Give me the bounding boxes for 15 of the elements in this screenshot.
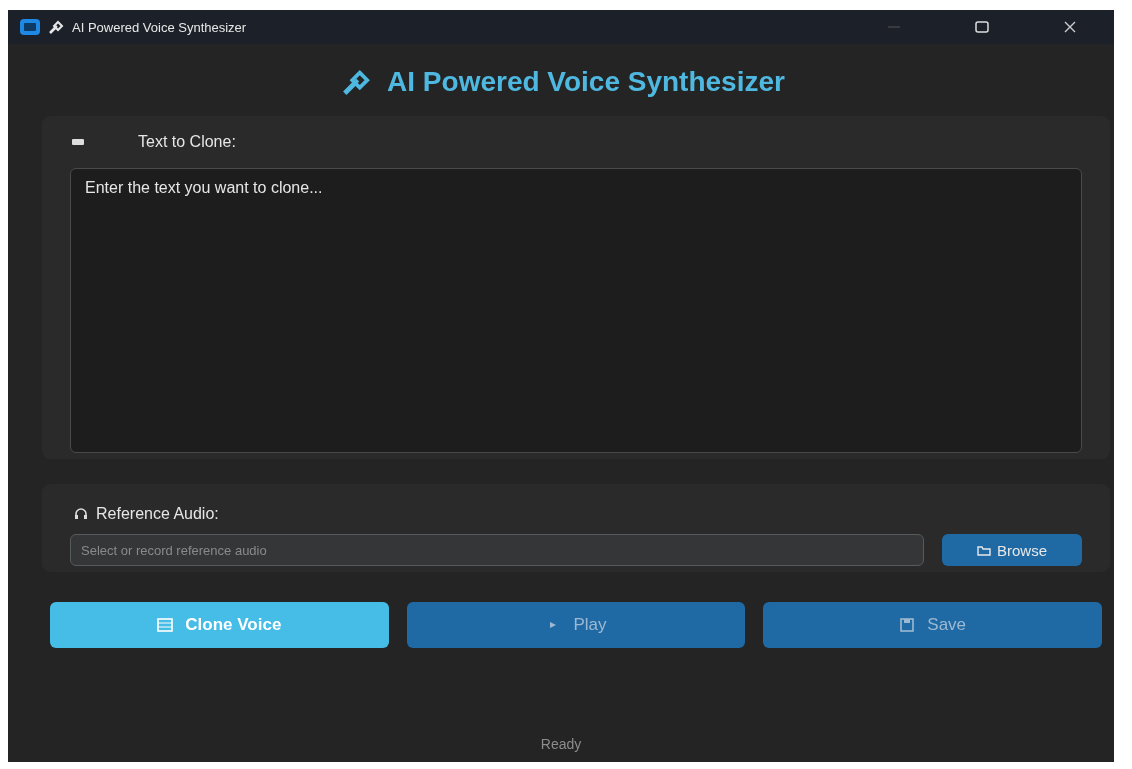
maximize-icon[interactable]: [975, 21, 989, 33]
folder-icon: [977, 544, 991, 556]
section-label: Text to Clone:: [138, 133, 236, 151]
headphones-icon: [74, 507, 88, 521]
audio-path-field[interactable]: Select or record reference audio: [70, 534, 924, 566]
section-label: Reference Audio:: [96, 505, 219, 523]
text-input-field[interactable]: Enter the text you want to clone...: [70, 168, 1082, 453]
save-icon: [899, 618, 916, 632]
window-title: AI Powered Voice Synthesizer: [72, 19, 247, 35]
app-icon: [20, 19, 40, 35]
browse-button[interactable]: Browse: [942, 534, 1082, 566]
app-heading: AI Powered Voice Synthesizer: [387, 66, 785, 98]
close-icon[interactable]: [1064, 21, 1076, 33]
clone-button[interactable]: Clone Voice: [50, 602, 389, 648]
status-text: Ready: [539, 736, 583, 752]
